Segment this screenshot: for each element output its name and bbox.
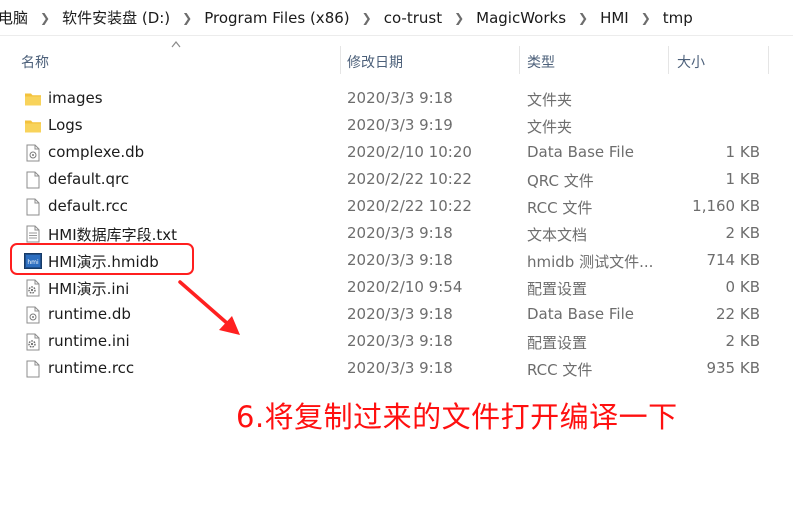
file-name: runtime.ini (48, 332, 130, 350)
file-type: 文本文档 (527, 226, 588, 244)
file-row-complexe-db[interactable]: complexe.db 2020/2/10 10:20 Data Base Fi… (0, 139, 793, 166)
file-type: QRC 文件 (527, 172, 594, 190)
file-type: Data Base File (527, 143, 634, 161)
file-size: 2 KB (725, 224, 760, 242)
chevron-right-icon[interactable]: ❯ (641, 11, 651, 25)
file-type: 文件夹 (527, 118, 573, 136)
annotation-text: 6.将复制过来的文件打开编译一下 (236, 400, 678, 434)
file-date: 2020/2/22 10:22 (347, 170, 472, 188)
breadcrumb: 电脑 ❯ 软件安装盘 (D:) ❯ Program Files (x86) ❯ … (0, 0, 793, 36)
file-row-images[interactable]: images 2020/3/3 9:18 文件夹 (0, 85, 793, 112)
sort-ascending-icon (171, 41, 181, 48)
file-row-runtime-db[interactable]: runtime.db 2020/3/3 9:18 Data Base File … (0, 301, 793, 328)
file-date: 2020/2/22 10:22 (347, 197, 472, 215)
breadcrumb-item-hmi[interactable]: HMI (600, 9, 629, 27)
file-size: 0 KB (725, 278, 760, 296)
file-type: hmidb 测试文件... (527, 253, 654, 271)
column-header-name[interactable]: 名称 (21, 52, 49, 72)
file-name: complexe.db (48, 143, 145, 161)
breadcrumb-item-co-trust[interactable]: co-trust (384, 9, 442, 27)
file-type: Data Base File (527, 305, 634, 323)
folder-icon (25, 120, 41, 133)
file-date: 2020/3/3 9:18 (347, 89, 453, 107)
file-type: 文件夹 (527, 91, 573, 109)
file-name: Logs (48, 116, 83, 134)
breadcrumb-item-magicworks[interactable]: MagicWorks (476, 9, 566, 27)
chevron-right-icon[interactable]: ❯ (362, 11, 372, 25)
file-type: RCC 文件 (527, 361, 593, 379)
file-name: runtime.rcc (48, 359, 135, 377)
breadcrumb-item-program-files[interactable]: Program Files (x86) (204, 9, 349, 27)
file-date: 2020/3/3 9:19 (347, 116, 453, 134)
settings-file-icon (26, 333, 40, 351)
database-file-icon (26, 306, 40, 324)
file-icon (26, 198, 40, 216)
chevron-right-icon[interactable]: ❯ (578, 11, 588, 25)
file-row-runtime-ini[interactable]: runtime.ini 2020/3/3 9:18 配置设置 2 KB (0, 328, 793, 355)
settings-file-icon (26, 279, 40, 297)
column-divider[interactable] (768, 46, 769, 74)
file-icon (26, 360, 40, 378)
file-date: 2020/3/3 9:18 (347, 359, 453, 377)
file-size: 22 KB (716, 305, 760, 323)
column-header-date[interactable]: 修改日期 (347, 52, 403, 72)
file-date: 2020/3/3 9:18 (347, 332, 453, 350)
file-row-logs[interactable]: Logs 2020/3/3 9:19 文件夹 (0, 112, 793, 139)
file-icon (26, 171, 40, 189)
file-date: 2020/3/3 9:18 (347, 305, 453, 323)
file-date: 2020/3/3 9:18 (347, 251, 453, 269)
file-name: default.qrc (48, 170, 130, 188)
column-divider[interactable] (519, 46, 520, 74)
red-arrow-icon (178, 280, 240, 335)
folder-icon (25, 93, 41, 106)
file-size: 1,160 KB (692, 197, 760, 215)
file-date: 2020/2/10 10:20 (347, 143, 472, 161)
file-date: 2020/2/10 9:54 (347, 278, 463, 296)
file-size: 935 KB (706, 359, 760, 377)
database-file-icon (26, 144, 40, 162)
file-type: RCC 文件 (527, 199, 593, 217)
column-header-size[interactable]: 大小 (677, 52, 705, 72)
file-row-runtime-rcc[interactable]: runtime.rcc 2020/3/3 9:18 RCC 文件 935 KB (0, 355, 793, 382)
file-size: 1 KB (725, 143, 760, 161)
file-name: runtime.db (48, 305, 131, 323)
file-name: default.rcc (48, 197, 128, 215)
column-divider[interactable] (668, 46, 669, 74)
file-row-hmi-ini[interactable]: HMI演示.ini 2020/2/10 9:54 配置设置 0 KB (0, 274, 793, 301)
highlight-box (10, 243, 194, 275)
file-size: 2 KB (725, 332, 760, 350)
file-row-default-rcc[interactable]: default.rcc 2020/2/22 10:22 RCC 文件 1,160… (0, 193, 793, 220)
file-date: 2020/3/3 9:18 (347, 224, 453, 242)
breadcrumb-item-computer[interactable]: 电脑 (0, 7, 28, 28)
column-header-type[interactable]: 类型 (527, 52, 555, 72)
file-type: 配置设置 (527, 280, 588, 298)
column-divider[interactable] (340, 46, 341, 74)
file-name: HMI演示.ini (48, 280, 130, 298)
chevron-right-icon[interactable]: ❯ (182, 11, 192, 25)
chevron-right-icon[interactable]: ❯ (40, 11, 50, 25)
text-file-icon (26, 225, 40, 243)
file-name: HMI数据库字段.txt (48, 226, 178, 244)
column-header: 名称 修改日期 类型 大小 (0, 41, 793, 78)
file-size: 714 KB (706, 251, 760, 269)
file-size: 1 KB (725, 170, 760, 188)
file-name: images (48, 89, 103, 107)
chevron-right-icon[interactable]: ❯ (454, 11, 464, 25)
breadcrumb-item-tmp[interactable]: tmp (663, 9, 693, 27)
file-type: 配置设置 (527, 334, 588, 352)
file-row-default-qrc[interactable]: default.qrc 2020/2/22 10:22 QRC 文件 1 KB (0, 166, 793, 193)
breadcrumb-item-drive[interactable]: 软件安装盘 (D:) (62, 7, 170, 28)
